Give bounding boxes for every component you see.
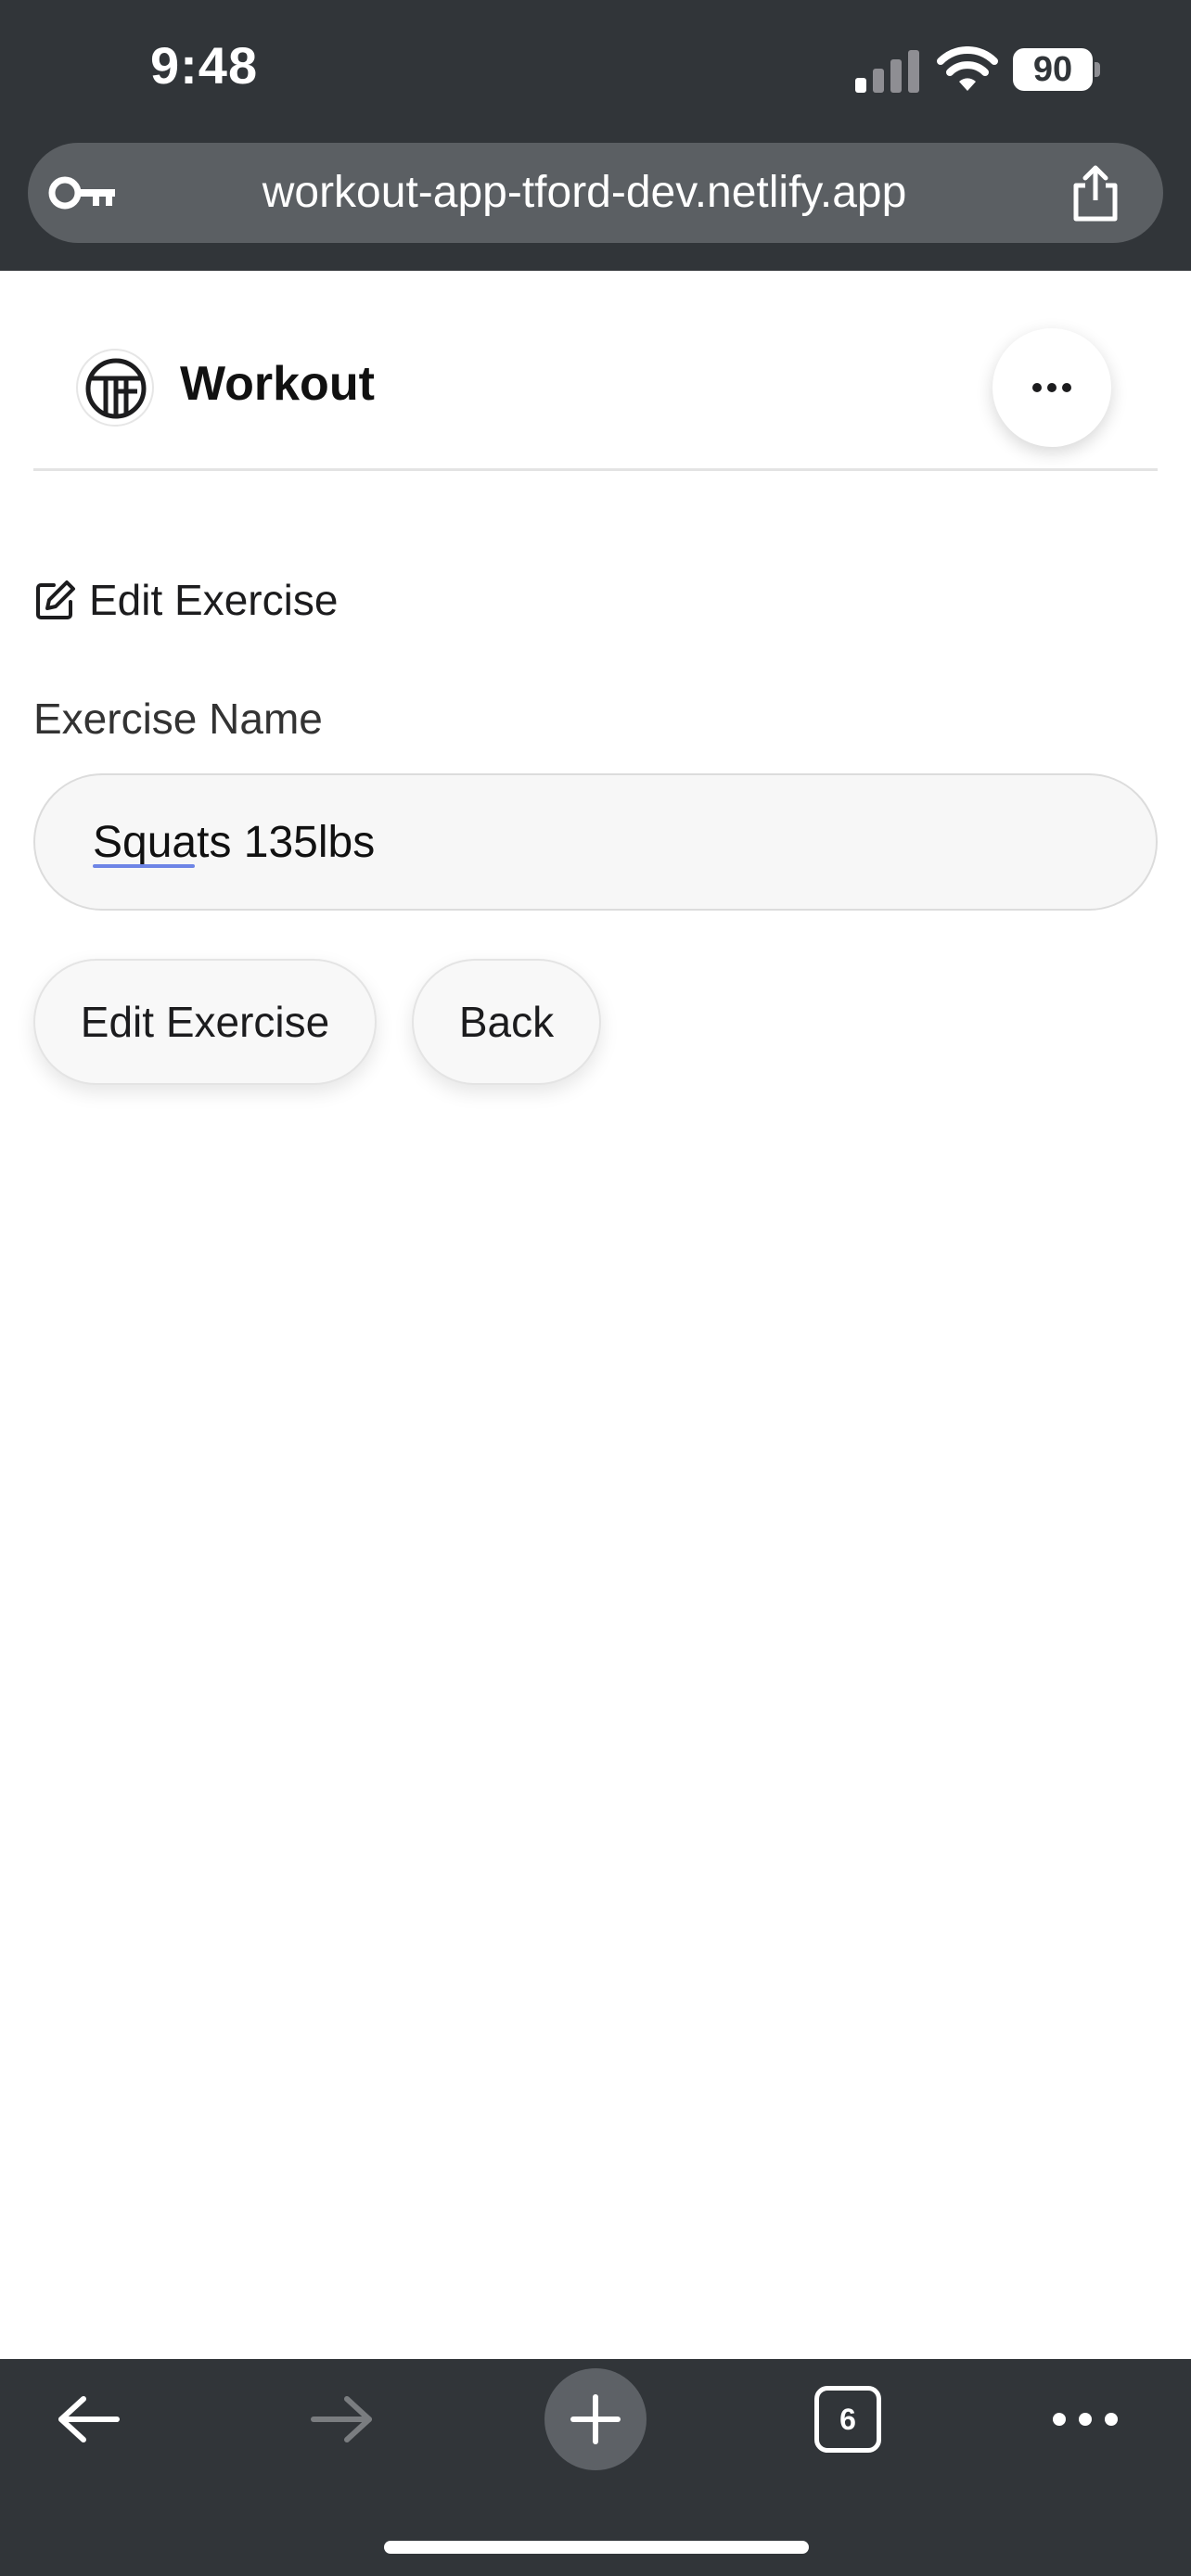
spellcheck-underline [93, 864, 195, 868]
edit-icon [36, 580, 75, 619]
wifi-icon [937, 46, 998, 91]
cellular-signal-icon [855, 50, 919, 93]
home-indicator [384, 2541, 809, 2554]
exercise-name-input[interactable] [33, 773, 1158, 911]
ellipsis-icon [1032, 383, 1071, 392]
new-tab-button[interactable] [544, 2359, 647, 2480]
browser-chrome: workout-app-tford-dev.netlify.app [0, 141, 1191, 271]
app-logo[interactable] [76, 349, 154, 427]
status-bar: 9:48 90 [0, 0, 1191, 141]
menu-button[interactable] [992, 328, 1111, 447]
address-bar[interactable]: workout-app-tford-dev.netlify.app [28, 143, 1163, 243]
browser-forward-button[interactable] [295, 2359, 388, 2480]
key-icon[interactable] [46, 174, 117, 211]
exercise-name-label: Exercise Name [33, 695, 323, 743]
section-heading-text: Edit Exercise [89, 576, 339, 624]
edit-exercise-button[interactable]: Edit Exercise [33, 959, 377, 1085]
more-icon [1053, 2413, 1118, 2426]
tab-count: 6 [839, 2402, 856, 2436]
share-icon[interactable] [1069, 165, 1122, 223]
app-title[interactable]: Workout [180, 356, 375, 412]
bottom-toolbar: 6 [0, 2359, 1191, 2576]
more-button[interactable] [1039, 2359, 1132, 2480]
tabs-icon: 6 [814, 2386, 881, 2453]
url-text[interactable]: workout-app-tford-dev.netlify.app [148, 143, 1020, 243]
browser-back-button[interactable] [43, 2359, 135, 2480]
forward-arrow-icon [311, 2396, 372, 2442]
back-button[interactable]: Back [412, 959, 601, 1085]
battery-icon: 90 [1013, 48, 1100, 91]
logo-icon [85, 358, 147, 419]
plus-icon [570, 2394, 621, 2444]
status-time: 9:48 [150, 36, 259, 95]
back-arrow-icon [58, 2396, 120, 2442]
battery-level: 90 [1032, 50, 1073, 89]
app-header: Workout [33, 271, 1158, 471]
section-heading: Edit Exercise [33, 575, 338, 625]
tabs-button[interactable]: 6 [811, 2359, 885, 2480]
